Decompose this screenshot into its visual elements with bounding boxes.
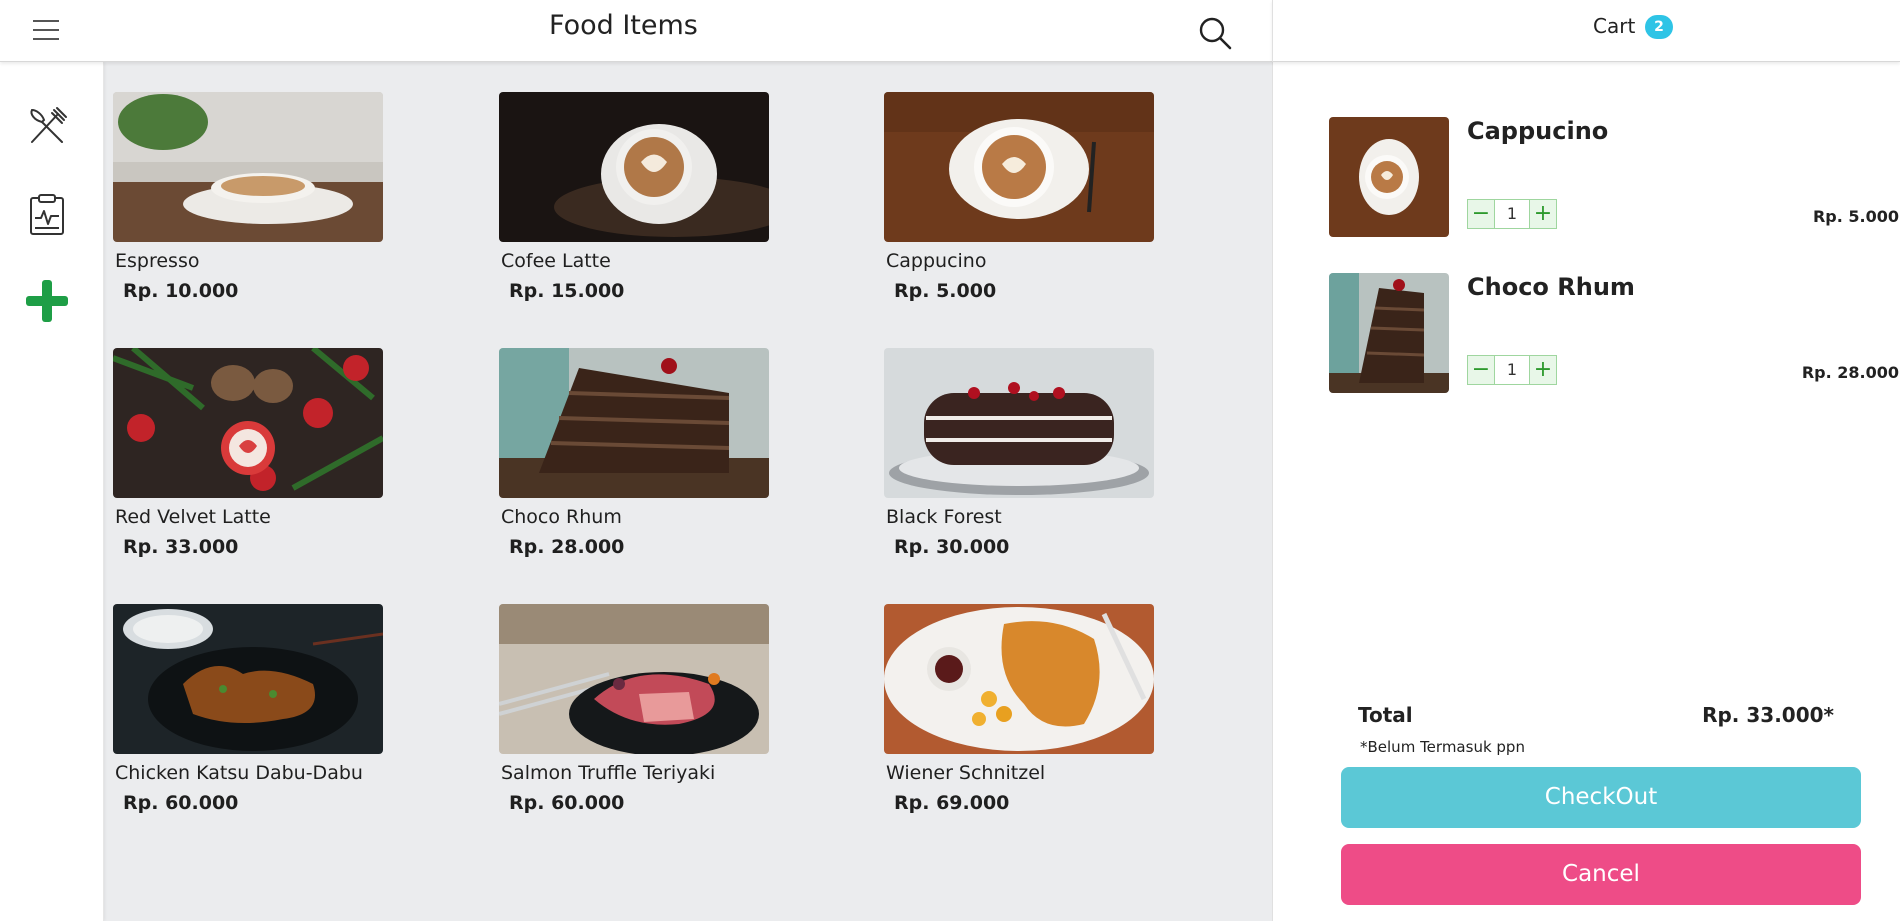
quantity-stepper: − 1 + bbox=[1467, 355, 1557, 385]
food-card[interactable]: Chicken Katsu Dabu-Dabu Rp. 60.000 bbox=[113, 604, 385, 814]
food-image bbox=[499, 92, 769, 242]
cart-item-name: Choco Rhum bbox=[1467, 273, 1635, 301]
total-label: Total bbox=[1358, 703, 1413, 727]
checkout-button[interactable]: CheckOut bbox=[1341, 767, 1861, 828]
food-card[interactable]: Choco Rhum Rp. 28.000 bbox=[499, 348, 771, 558]
food-price: Rp. 5.000 bbox=[894, 280, 997, 302]
food-price: Rp. 33.000 bbox=[123, 536, 239, 558]
add-plus-icon[interactable] bbox=[24, 278, 70, 324]
top-bar: Food Items bbox=[0, 0, 1272, 62]
hamburger-menu-icon[interactable] bbox=[33, 20, 59, 42]
cart-count-badge: 2 bbox=[1645, 15, 1673, 39]
quantity-value[interactable]: 1 bbox=[1495, 355, 1529, 385]
sidebar bbox=[0, 62, 104, 921]
food-image bbox=[884, 348, 1154, 498]
food-name: Salmon Truffle Teriyaki bbox=[501, 762, 716, 784]
page-title: Food Items bbox=[549, 10, 698, 41]
food-image bbox=[499, 348, 769, 498]
food-card[interactable]: Cofee Latte Rp. 15.000 bbox=[499, 92, 771, 302]
food-image bbox=[113, 348, 383, 498]
food-name: Espresso bbox=[115, 250, 200, 272]
cart-item-image bbox=[1329, 273, 1449, 393]
food-image bbox=[884, 604, 1154, 754]
cart-item-price: Rp. 5.000 bbox=[1812, 207, 1899, 226]
food-card[interactable]: Red Velvet Latte Rp. 33.000 bbox=[113, 348, 385, 558]
food-image bbox=[113, 604, 383, 754]
food-price: Rp. 10.000 bbox=[123, 280, 239, 302]
food-card[interactable]: Black Forest Rp. 30.000 bbox=[884, 348, 1156, 558]
search-icon[interactable] bbox=[1198, 16, 1232, 50]
food-name: Cofee Latte bbox=[501, 250, 611, 272]
food-name: Red Velvet Latte bbox=[115, 506, 271, 528]
food-price: Rp. 60.000 bbox=[509, 792, 625, 814]
food-card[interactable]: Salmon Truffle Teriyaki Rp. 60.000 bbox=[499, 604, 771, 814]
increase-button[interactable]: + bbox=[1529, 355, 1557, 385]
cart-item: Choco Rhum − 1 + Rp. 28.000 bbox=[1329, 273, 1900, 397]
cart-header: Cart 2 bbox=[1272, 0, 1900, 62]
cancel-button[interactable]: Cancel bbox=[1341, 844, 1861, 905]
tax-note: *Belum Termasuk ppn bbox=[1360, 738, 1525, 756]
food-name: Cappucino bbox=[886, 250, 987, 272]
decrease-button[interactable]: − bbox=[1467, 199, 1495, 229]
food-card[interactable]: Cappucino Rp. 5.000 bbox=[884, 92, 1156, 302]
cart-item: Cappucino − 1 + Rp. 5.000 bbox=[1329, 117, 1900, 241]
utensils-icon[interactable] bbox=[24, 104, 70, 150]
quantity-stepper: − 1 + bbox=[1467, 199, 1557, 229]
food-image bbox=[884, 92, 1154, 242]
food-price: Rp. 60.000 bbox=[123, 792, 239, 814]
food-name: Choco Rhum bbox=[501, 506, 622, 528]
cart-item-image bbox=[1329, 117, 1449, 237]
food-price: Rp. 69.000 bbox=[894, 792, 1010, 814]
clipboard-icon[interactable] bbox=[24, 192, 70, 238]
decrease-button[interactable]: − bbox=[1467, 355, 1495, 385]
increase-button[interactable]: + bbox=[1529, 199, 1557, 229]
food-grid: Espresso Rp. 10.000 Cofee Latte Rp. 15.0… bbox=[104, 62, 1272, 921]
food-name: Black Forest bbox=[886, 506, 1002, 528]
food-name: Wiener Schnitzel bbox=[886, 762, 1046, 784]
food-name: Chicken Katsu Dabu-Dabu bbox=[115, 762, 363, 784]
food-image bbox=[499, 604, 769, 754]
food-card[interactable]: Espresso Rp. 10.000 bbox=[113, 92, 385, 302]
cart-item-name: Cappucino bbox=[1467, 117, 1609, 145]
food-price: Rp. 28.000 bbox=[509, 536, 625, 558]
cart-item-price: Rp. 28.000 bbox=[1801, 363, 1899, 382]
food-price: Rp. 30.000 bbox=[894, 536, 1010, 558]
quantity-value[interactable]: 1 bbox=[1495, 199, 1529, 229]
food-card[interactable]: Wiener Schnitzel Rp. 69.000 bbox=[884, 604, 1156, 814]
food-image bbox=[113, 92, 383, 242]
cart-title: Cart bbox=[1593, 14, 1636, 38]
total-value: Rp. 33.000* bbox=[1702, 703, 1834, 727]
food-price: Rp. 15.000 bbox=[509, 280, 625, 302]
